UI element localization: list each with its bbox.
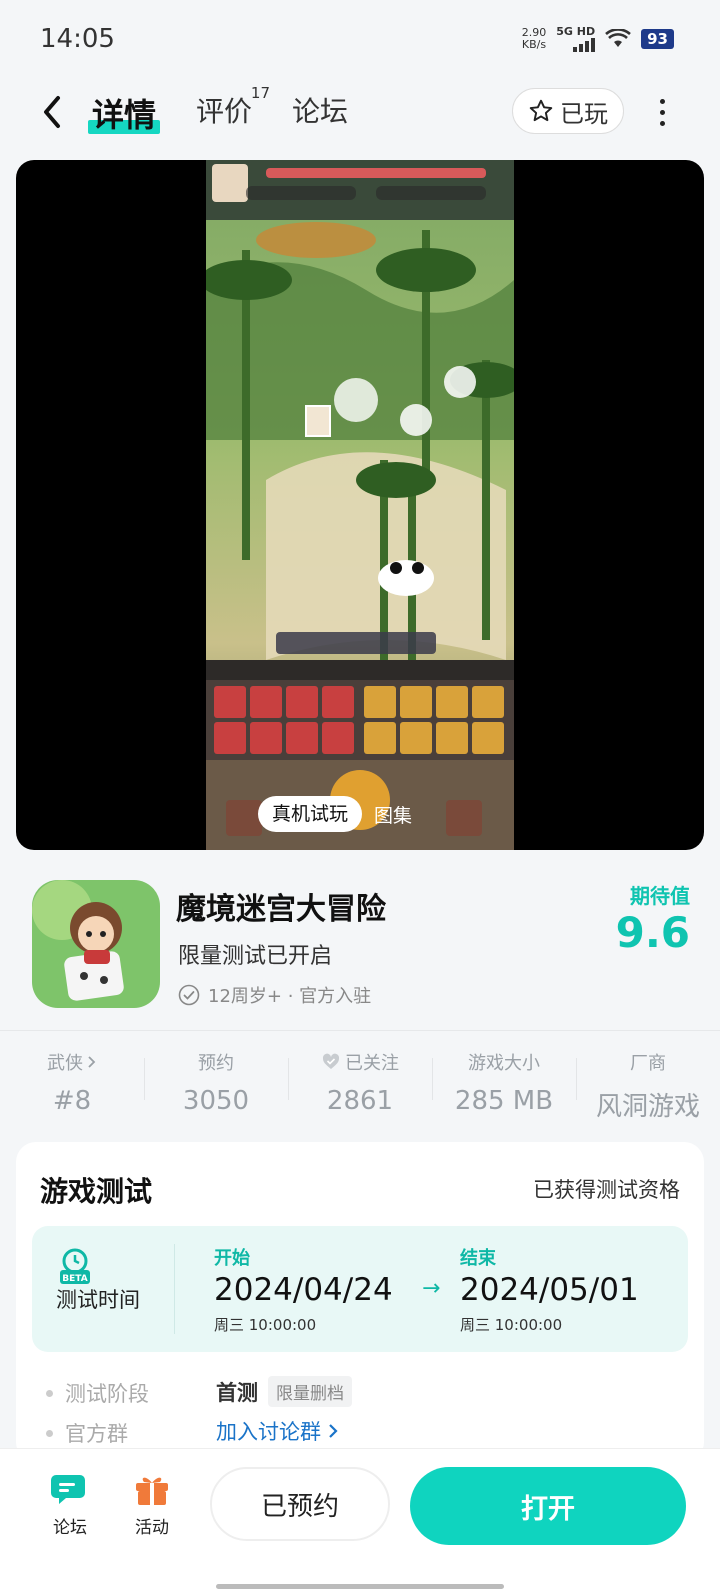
forum-chat-icon	[51, 1475, 85, 1504]
tab-detail[interactable]: 详情	[88, 90, 161, 136]
test-stage-value: 首测 限量删档	[216, 1376, 352, 1407]
test-time-box: BETA 测试时间 开始 2024/04/24 周三 10:00:00 → 结束…	[32, 1226, 688, 1352]
media-tabs: 真机试玩 图集	[258, 794, 412, 834]
divider	[0, 1030, 720, 1031]
more-options-button[interactable]	[652, 94, 672, 130]
back-icon[interactable]	[36, 92, 72, 132]
svg-text:BETA: BETA	[62, 1274, 87, 1284]
test-qualification-status: 已获得测试资格	[533, 1178, 680, 1202]
top-nav: 详情 评价 17 论坛 已玩	[0, 80, 720, 156]
open-button[interactable]: 打开	[410, 1467, 686, 1545]
join-group-link[interactable]: 加入讨论群	[216, 1416, 339, 1446]
end-date: 2024/05/01	[460, 1272, 639, 1308]
played-button[interactable]: 已玩	[512, 88, 624, 134]
signal-icon: 5G HD	[556, 26, 596, 52]
expectation-score: 期待值 9.6	[615, 884, 690, 957]
stat-game-size: 游戏大小 285 MB	[432, 1048, 576, 1118]
app-title: 魔境迷宫大冒险	[176, 892, 386, 927]
forum-button[interactable]: 论坛	[40, 1471, 100, 1538]
beta-clock-icon: BETA	[60, 1248, 90, 1284]
app-icon	[32, 880, 160, 1008]
tab-review[interactable]: 评价 17	[196, 84, 270, 130]
stat-category[interactable]: 武侠 #8	[0, 1048, 144, 1118]
end-time: 周三 10:00:00	[460, 1316, 563, 1334]
status-icons: 2.90 KB/s 5G HD 93	[522, 26, 674, 52]
test-time-label: 测试时间	[56, 1288, 140, 1312]
app-meta: 12周岁+ · 官方入驻	[178, 982, 371, 1008]
heart-check-icon	[322, 1053, 340, 1069]
stat-reservations: 预约 3050	[144, 1048, 288, 1118]
game-test-card: 游戏测试 已获得测试资格 BETA 测试时间 开始 2024/04/24 周三 …	[16, 1142, 704, 1462]
stat-following[interactable]: 已关注 2861	[288, 1048, 432, 1118]
activity-button[interactable]: 活动	[122, 1471, 182, 1538]
bottom-action-bar: 论坛 活动 已预约 打开	[0, 1448, 720, 1592]
app-subtitle: 限量测试已开启	[178, 944, 333, 969]
wifi-icon	[605, 29, 631, 47]
star-icon	[529, 99, 553, 122]
review-count-badge: 17	[250, 84, 271, 102]
gift-icon	[136, 1477, 168, 1505]
media-tab-live-demo[interactable]: 真机试玩	[258, 796, 363, 832]
status-bar: 14:05 2.90 KB/s 5G HD 93	[0, 0, 720, 80]
net-speed: 2.90 KB/s	[521, 26, 547, 51]
card-title: 游戏测试	[40, 1175, 153, 1208]
end-label: 结束	[460, 1248, 496, 1269]
media-viewer[interactable]	[16, 160, 704, 850]
media-tab-gallery[interactable]: 图集	[374, 801, 412, 828]
test-stage-row: 测试阶段	[46, 1378, 149, 1408]
reserved-button[interactable]: 已预约	[210, 1467, 390, 1541]
start-time: 周三 10:00:00	[214, 1316, 317, 1334]
stat-vendor[interactable]: 厂商 风洞游戏	[576, 1048, 720, 1118]
verified-check-icon	[178, 984, 200, 1006]
start-date: 2024/04/24	[214, 1272, 393, 1308]
chevron-right-icon	[88, 1056, 96, 1068]
game-screenshot	[206, 160, 514, 850]
battery-icon: 93	[641, 29, 674, 49]
status-time: 14:05	[40, 24, 115, 54]
arrow-icon: →	[422, 1276, 441, 1301]
stats-row: 武侠 #8 预约 3050 已关注 2861 游戏大小 285 MB 厂商 风洞…	[0, 1048, 720, 1118]
tab-forum[interactable]: 论坛	[292, 90, 348, 130]
official-group-row: 官方群	[46, 1418, 128, 1448]
chevron-right-icon	[329, 1424, 338, 1438]
stage-tag: 限量删档	[268, 1376, 352, 1407]
home-indicator[interactable]	[216, 1584, 504, 1589]
start-label: 开始	[214, 1248, 250, 1269]
